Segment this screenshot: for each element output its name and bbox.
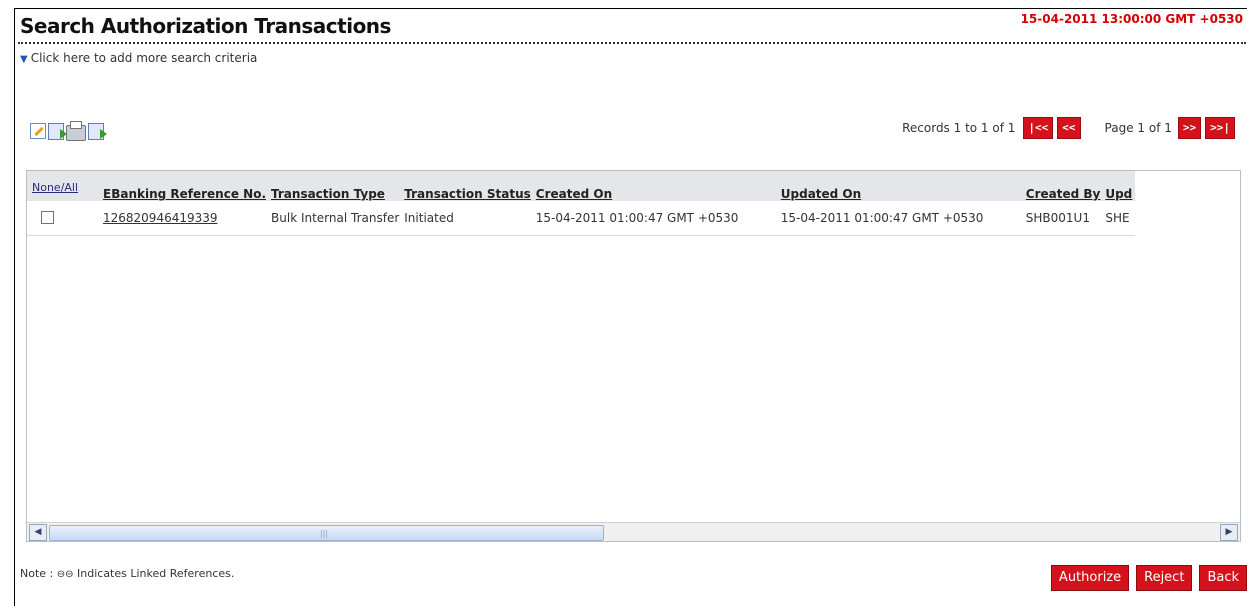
export-icon[interactable]	[48, 123, 67, 140]
download-icon[interactable]	[88, 123, 107, 140]
column-header-updated-on-label[interactable]: Updated On	[781, 187, 861, 201]
row-select-cell	[27, 201, 101, 235]
horizontal-scrollbar[interactable]: ◀ ||| ▶	[27, 522, 1240, 541]
chain-link-icon: ⊖⊖	[56, 569, 74, 580]
pagination: Records 1 to 1 of 1 |<< << Page 1 of 1 >…	[902, 117, 1239, 139]
column-header-created-on[interactable]: Created On	[534, 171, 779, 201]
scroll-right-icon[interactable]: ▶	[1220, 524, 1238, 541]
column-header-status-label[interactable]: Transaction Status	[404, 187, 531, 201]
reference-link[interactable]: 126820946419339	[103, 211, 218, 225]
reference-cell: 126820946419339	[101, 201, 269, 235]
action-buttons: Authorize Reject Back	[1050, 565, 1247, 591]
back-button[interactable]: Back	[1199, 565, 1247, 591]
column-header-created-by-label[interactable]: Created By	[1026, 187, 1101, 201]
triangle-down-icon: ▼	[20, 54, 28, 65]
updated-by-cell: SHE	[1105, 210, 1130, 225]
note-text: Indicates Linked References.	[77, 567, 235, 580]
next-page-button[interactable]: >>	[1177, 117, 1202, 139]
table-row: 126820946419339 Bulk Internal Transfer I…	[27, 201, 1136, 235]
edit-icon[interactable]	[30, 123, 46, 139]
print-icon[interactable]	[66, 121, 86, 141]
created-on-cell: 15-04-2011 01:00:47 GMT +0530	[535, 210, 739, 225]
authorize-button[interactable]: Authorize	[1050, 565, 1130, 591]
updated-on-cell: 15-04-2011 01:00:47 GMT +0530	[780, 210, 984, 225]
page-title: Search Authorization Transactions	[20, 14, 391, 38]
type-cell: Bulk Internal Transfer	[271, 210, 400, 225]
transactions-table: None/All EBanking Reference No. Transact…	[27, 171, 1136, 236]
created-by-cell: SHB001U1	[1025, 210, 1090, 225]
column-header-created-by[interactable]: Created By	[1024, 171, 1104, 201]
last-page-button[interactable]: >>|	[1205, 117, 1235, 139]
column-header-updated-by[interactable]: Upd	[1103, 171, 1135, 201]
scroll-left-icon[interactable]: ◀	[29, 524, 47, 541]
toolbar	[30, 121, 107, 141]
transactions-grid: None/All EBanking Reference No. Transact…	[26, 170, 1241, 542]
column-header-type-label[interactable]: Transaction Type	[271, 187, 385, 201]
status-cell: Initiated	[404, 210, 454, 225]
current-datetime: 15-04-2011 13:00:00 GMT +0530	[1020, 12, 1243, 26]
column-header-updated-by-label[interactable]: Upd	[1105, 187, 1132, 201]
row-checkbox[interactable]	[41, 211, 54, 225]
reject-button[interactable]: Reject	[1136, 565, 1193, 591]
records-count: Records 1 to 1 of 1	[902, 121, 1016, 135]
title-divider	[18, 42, 1246, 44]
column-header-reference[interactable]: EBanking Reference No.	[101, 171, 269, 201]
note-prefix: Note :	[20, 567, 54, 580]
previous-page-button[interactable]: <<	[1057, 117, 1081, 139]
column-header-reference-label[interactable]: EBanking Reference No.	[103, 187, 266, 201]
column-header-updated-on[interactable]: Updated On	[779, 171, 1024, 201]
first-page-button[interactable]: |<<	[1023, 117, 1054, 139]
column-header-type[interactable]: Transaction Type	[269, 171, 402, 201]
scrollbar-thumb[interactable]: |||	[49, 525, 604, 541]
select-all-toggle[interactable]: None/All	[27, 171, 101, 201]
column-header-created-on-label[interactable]: Created On	[536, 187, 612, 201]
more-search-criteria-link[interactable]: ▼ Click here to add more search criteria	[20, 51, 257, 65]
page-indicator: Page 1 of 1	[1104, 121, 1172, 135]
linked-references-note: Note : ⊖⊖ Indicates Linked References.	[20, 567, 234, 580]
select-all-label[interactable]: None/All	[32, 181, 78, 194]
column-header-status[interactable]: Transaction Status	[402, 171, 534, 201]
table-header-row: None/All EBanking Reference No. Transact…	[27, 171, 1136, 201]
more-search-criteria-label: Click here to add more search criteria	[30, 51, 258, 65]
